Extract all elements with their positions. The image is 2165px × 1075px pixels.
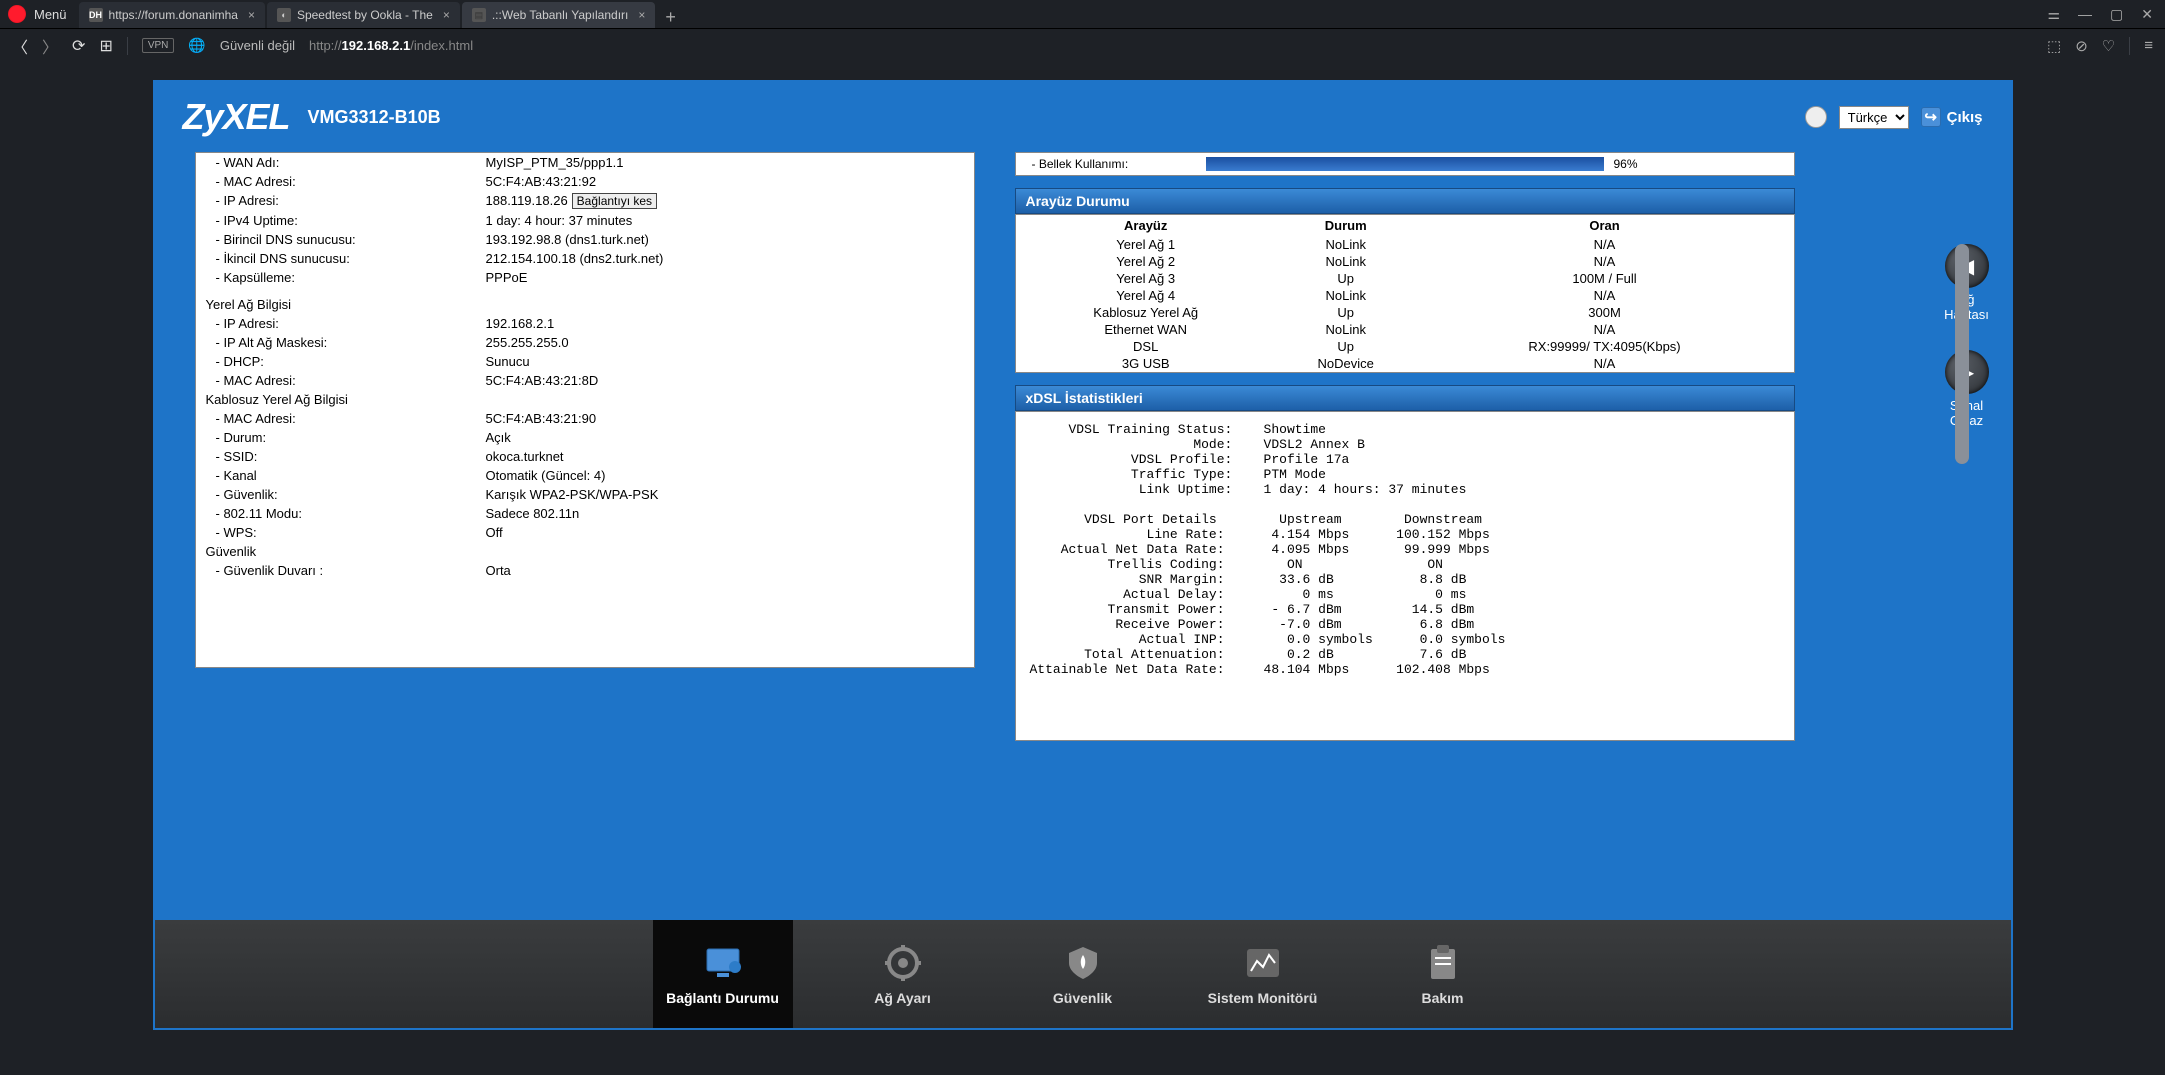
- nav-maintenance[interactable]: Bakım: [1373, 942, 1513, 1006]
- tab-label: https://forum.donanimha: [109, 8, 238, 22]
- monitor-icon: [702, 942, 744, 984]
- reload-button[interactable]: ⟳: [72, 36, 85, 56]
- security-section-title: Güvenlik: [196, 542, 974, 561]
- model-label: VMG3312-B10B: [308, 107, 441, 128]
- table-row: DSLUpRX:99999/ TX:4095(Kbps): [1015, 338, 1794, 355]
- table-row: Yerel Ağ 4NoLinkN/A: [1015, 287, 1794, 304]
- clipboard-icon: [1422, 942, 1464, 984]
- table-row: Kablosuz Yerel AğUp300M: [1015, 304, 1794, 321]
- memory-bar: [1206, 157, 1604, 171]
- heart-icon[interactable]: ♡: [2102, 37, 2115, 55]
- close-icon[interactable]: ×: [443, 8, 450, 22]
- new-tab-button[interactable]: +: [657, 7, 684, 28]
- wan-name-label: - WAN Adı:: [196, 153, 476, 172]
- vpn-badge[interactable]: VPN: [142, 38, 175, 53]
- nav-security[interactable]: Güvenlik: [1013, 942, 1153, 1006]
- tab-label: .::Web Tabanlı Yapılandırı: [492, 8, 629, 22]
- logout-button[interactable]: ↪ Çıkış: [1921, 107, 1983, 127]
- table-row: 3G USBNoDeviceN/A: [1015, 355, 1794, 373]
- speed-dial-icon[interactable]: ⊞: [99, 36, 112, 56]
- nav-network-settings[interactable]: Ağ Ayarı: [833, 942, 973, 1006]
- browser-tab-active[interactable]: ▤ .::Web Tabanlı Yapılandırı ×: [462, 2, 656, 28]
- wlan-section-title: Kablosuz Yerel Ağ Bilgisi: [196, 390, 974, 409]
- back-button[interactable]: 〈: [12, 34, 28, 58]
- menu-icon[interactable]: ≡: [2144, 37, 2153, 55]
- snapshot-icon[interactable]: ⬚: [2047, 37, 2061, 55]
- browser-tab[interactable]: DH https://forum.donanimha ×: [79, 2, 265, 28]
- disconnect-button[interactable]: Bağlantıyı kes: [572, 193, 657, 209]
- table-row: Yerel Ağ 3Up100M / Full: [1015, 270, 1794, 287]
- address-bar[interactable]: http://192.168.2.1/index.html: [309, 38, 473, 53]
- opera-logo-icon[interactable]: [8, 5, 26, 23]
- lan-section-title: Yerel Ağ Bilgisi: [196, 295, 974, 314]
- interface-status-header: Arayüz Durumu: [1015, 188, 1795, 214]
- security-label: Güvenli değil: [220, 38, 295, 53]
- avatar-icon: [1805, 106, 1827, 128]
- interface-table: ArayüzDurumOran Yerel Ağ 1NoLinkN/A Yere…: [1015, 214, 1795, 373]
- favicon-icon: DH: [89, 8, 103, 22]
- table-row: Yerel Ağ 1NoLinkN/A: [1015, 236, 1794, 253]
- connection-info-panel: - WAN Adı:MyISP_PTM_35/ppp1.1 - MAC Adre…: [195, 152, 975, 668]
- chart-icon: [1242, 942, 1284, 984]
- easy-setup-icon[interactable]: ⚌: [2047, 6, 2060, 23]
- nav-system-monitor[interactable]: Sistem Monitörü: [1193, 942, 1333, 1006]
- maximize-button[interactable]: ▢: [2110, 6, 2123, 23]
- globe-icon: 🌐: [188, 37, 205, 54]
- forward-button: 〉: [42, 34, 58, 58]
- close-icon[interactable]: ×: [638, 8, 645, 22]
- favicon-icon: ▤: [472, 8, 486, 22]
- table-row: Yerel Ağ 2NoLinkN/A: [1015, 253, 1794, 270]
- adblock-icon[interactable]: ⊘: [2075, 37, 2088, 55]
- table-row: Ethernet WANNoLinkN/A: [1015, 321, 1794, 338]
- scrollbar[interactable]: [1953, 244, 1969, 934]
- tab-label: Speedtest by Ookla - The: [297, 8, 433, 22]
- gear-icon: [882, 942, 924, 984]
- logout-icon: ↪: [1921, 107, 1941, 127]
- memory-panel: - Bellek Kullanımı: 96%: [1015, 152, 1795, 176]
- memory-percent: 96%: [1614, 157, 1794, 171]
- close-icon[interactable]: ×: [248, 8, 255, 22]
- router-page: ZyXEL VMG3312-B10B Türkçe ↪ Çıkış: [153, 80, 2013, 1030]
- browser-tab[interactable]: ◐ Speedtest by Ookla - The ×: [267, 2, 460, 28]
- menu-button[interactable]: Menü: [34, 7, 67, 22]
- nav-connection-status[interactable]: Bağlantı Durumu: [653, 920, 793, 1028]
- xdsl-header: xDSL İstatistikleri: [1015, 385, 1795, 411]
- shield-icon: [1062, 942, 1104, 984]
- xdsl-stats: VDSL Training Status: Showtime Mode: VDS…: [1015, 411, 1795, 741]
- memory-label: - Bellek Kullanımı:: [1016, 157, 1206, 171]
- close-window-button[interactable]: ✕: [2141, 6, 2153, 23]
- minimize-button[interactable]: —: [2078, 6, 2092, 22]
- favicon-icon: ◐: [277, 8, 291, 22]
- zyxel-logo: ZyXEL: [183, 96, 290, 138]
- language-select[interactable]: Türkçe: [1839, 106, 1909, 129]
